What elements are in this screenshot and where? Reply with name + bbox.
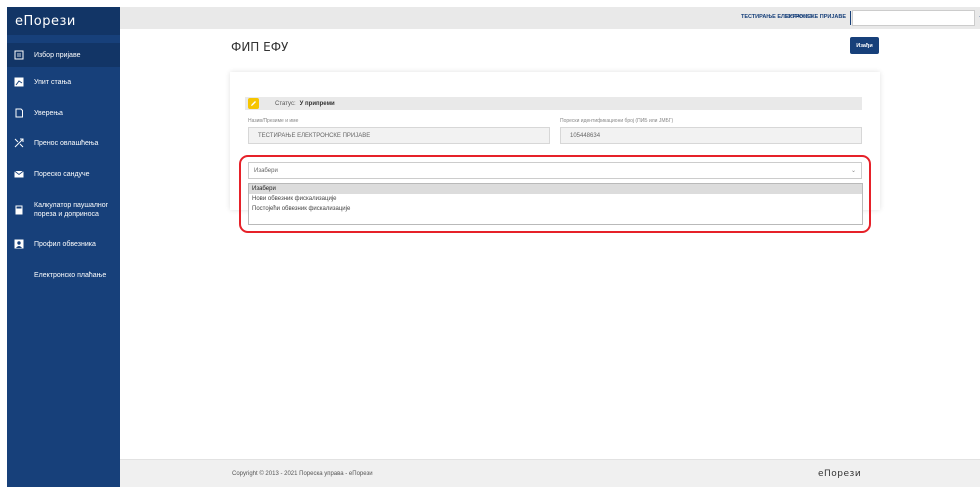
- mail-icon: [14, 169, 24, 179]
- profile-icon: [14, 239, 24, 249]
- status-label: Статус:: [275, 100, 296, 107]
- footer-logo: еПорези: [818, 469, 862, 479]
- pib-field: 105448634: [560, 127, 862, 144]
- transfer-icon: [14, 138, 24, 148]
- chart-icon: [14, 77, 24, 87]
- sidebar-item-label: Калкулатор паушалног: [34, 202, 109, 209]
- user-separator: [850, 11, 851, 25]
- app-logo[interactable]: еПорези: [7, 7, 120, 35]
- footer: Copyright © 2013 - 2021 Пореска управа -…: [120, 459, 980, 487]
- sidebar-item-tax-mailbox[interactable]: Пореско сандуче: [7, 165, 120, 183]
- highlight-annotation: [239, 155, 871, 233]
- name-field: ТЕСТИРАЊЕ ЕЛЕКТРОНСКЕ ПРИЈАВЕ: [248, 127, 550, 144]
- calculator-icon: [14, 205, 24, 215]
- sidebar: еПорези Избор пријаве Упит стања Уверења…: [7, 7, 120, 487]
- user-name: ТЕСТИРАЊЕ ЕЛЕКТРОНСКЕ ПРИЈАВЕ: [740, 14, 846, 20]
- sidebar-item-electronic-payment[interactable]: Електронско плаћање: [7, 266, 120, 284]
- account-select[interactable]: [852, 10, 975, 26]
- blank-icon: [14, 270, 24, 280]
- pencil-icon: [248, 98, 259, 109]
- top-bar: 105448634 ТЕСТИРАЊЕ ЕЛЕКТРОНСКЕ ПРИЈАВЕ …: [120, 7, 980, 29]
- sidebar-item-form-selection[interactable]: Избор пријаве: [7, 43, 120, 67]
- sidebar-item-label: Упит стања: [34, 78, 72, 86]
- status-value: У припреми: [299, 100, 335, 107]
- sidebar-item-label-line2: пореза и доприноса: [34, 211, 99, 218]
- sidebar-item-balance-inquiry[interactable]: Упит стања: [7, 73, 120, 91]
- sidebar-item-label: Пренос овлашћења: [34, 139, 99, 147]
- sidebar-item-label: Пореско сандуче: [34, 170, 90, 178]
- sidebar-item-certificates[interactable]: Уверења: [7, 104, 120, 122]
- sidebar-item-flat-tax-calculator[interactable]: Калкулатор паушалног пореза и доприноса: [7, 198, 120, 222]
- sidebar-item-label: Уверења: [34, 109, 63, 117]
- pib-label: Порески идентификациони број (ПИБ или ЈМ…: [560, 118, 674, 124]
- sidebar-item-label: Електронско плаћање: [34, 271, 107, 279]
- status-bar: Статус: У припреми: [245, 97, 862, 110]
- sidebar-item-label: Избор пријаве: [34, 51, 81, 59]
- form-list-icon: [14, 50, 24, 60]
- certificate-icon: [14, 108, 24, 118]
- sidebar-item-label: Профил обвезника: [34, 240, 96, 248]
- sidebar-item-taxpayer-profile[interactable]: Профил обвезника: [7, 235, 120, 253]
- copyright-text: Copyright © 2013 - 2021 Пореска управа -…: [232, 471, 373, 477]
- name-label: Назив/Презиме и име: [248, 118, 299, 124]
- page-title: ФИП ЕФУ: [231, 40, 289, 54]
- exit-button[interactable]: Изађи: [850, 37, 879, 54]
- sidebar-item-authorization-transfer[interactable]: Пренос овлашћења: [7, 134, 120, 152]
